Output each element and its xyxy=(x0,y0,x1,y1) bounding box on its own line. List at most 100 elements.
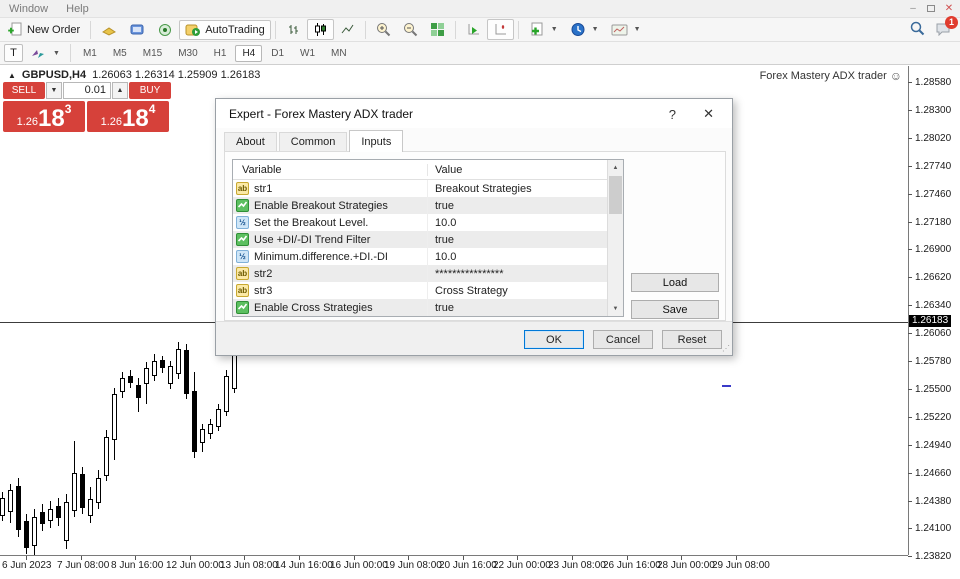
ok-button[interactable]: OK xyxy=(524,330,584,349)
dialog-title-bar[interactable]: Expert - Forex Mastery ADX trader xyxy=(216,99,732,128)
save-button[interactable]: Save xyxy=(631,300,719,319)
signals-button[interactable] xyxy=(151,20,179,40)
chevron-down-icon: ▼ xyxy=(53,50,60,57)
market-watch-button[interactable] xyxy=(95,20,123,40)
timeframe-button-h4[interactable]: H4 xyxy=(235,45,262,62)
notifications-button[interactable]: 1 xyxy=(935,21,952,36)
time-axis-tick xyxy=(463,556,464,560)
table-row[interactable]: ab str2 **************** xyxy=(233,265,623,282)
objects-button[interactable]: ▼ xyxy=(23,43,66,63)
minimize-button[interactable]: – xyxy=(904,1,922,15)
param-value-cell[interactable]: 10.0 xyxy=(428,251,456,263)
close-button[interactable]: ✕ xyxy=(940,1,958,15)
sell-button[interactable]: SELL xyxy=(3,82,45,99)
text-tool-button[interactable]: T xyxy=(4,44,23,62)
bar-chart-button[interactable] xyxy=(280,19,307,40)
metaeditor-button[interactable] xyxy=(123,20,151,40)
expert-name: Forex Mastery ADX trader xyxy=(760,70,887,82)
zoom-out-button[interactable] xyxy=(397,19,424,40)
volume-up-button[interactable]: ▲ xyxy=(112,82,128,99)
string-param-icon: ab xyxy=(236,284,249,297)
timeframe-button-h1[interactable]: H1 xyxy=(207,45,234,62)
candlestick xyxy=(120,378,125,392)
menu-item-help[interactable]: Help xyxy=(57,2,98,16)
table-row[interactable]: Use +DI/-DI Trend Filtertrue xyxy=(233,231,623,248)
candlestick xyxy=(72,473,77,511)
scroll-down-button[interactable]: ▼ xyxy=(608,301,623,316)
scroll-up-button[interactable]: ▲ xyxy=(608,160,623,175)
timeframe-button-m1[interactable]: M1 xyxy=(76,45,104,62)
volume-down-button[interactable]: ▼ xyxy=(46,82,62,99)
time-axis-tick xyxy=(517,556,518,560)
param-name: str2 xyxy=(254,268,272,280)
buy-price-display[interactable]: 1.26184 xyxy=(87,101,169,132)
timeframe-button-m5[interactable]: M5 xyxy=(106,45,134,62)
scrollbar-thumb[interactable] xyxy=(609,176,622,214)
candlestick-chart-icon xyxy=(313,22,328,37)
new-order-button[interactable]: New Order xyxy=(2,19,86,40)
number-param-icon: ½ xyxy=(236,250,249,263)
candlestick xyxy=(184,350,189,394)
param-value-cell[interactable]: **************** xyxy=(428,268,504,280)
dialog-help-button[interactable]: ? xyxy=(669,107,676,122)
collapse-arrow-icon[interactable]: ▲ xyxy=(8,71,16,80)
sell-price-display[interactable]: 1.26183 xyxy=(3,101,85,132)
zoom-in-button[interactable] xyxy=(370,19,397,40)
load-button[interactable]: Load xyxy=(631,273,719,292)
time-axis-tick xyxy=(135,556,136,560)
new-chart-button[interactable]: ▼ xyxy=(523,19,564,40)
table-row[interactable]: Enable Breakout Strategiestrue xyxy=(233,197,623,214)
table-row[interactable]: Enable Cross Strategiestrue xyxy=(233,299,623,316)
time-axis-label: 20 Jun 16:00 xyxy=(439,560,497,571)
dialog-close-button[interactable]: ✕ xyxy=(703,106,714,122)
candlestick xyxy=(8,490,13,512)
time-axis-tick xyxy=(681,556,682,560)
time-axis-tick xyxy=(299,556,300,560)
price-axis-label: 1.26900 xyxy=(915,244,951,255)
param-value-cell[interactable]: 10.0 xyxy=(428,217,456,229)
tab-inputs[interactable]: Inputs xyxy=(349,130,403,152)
table-row[interactable]: abstr3Cross Strategy xyxy=(233,282,623,299)
template-button[interactable]: ▼ xyxy=(605,20,647,40)
resize-grip[interactable]: ⋰ xyxy=(722,345,730,353)
cancel-button[interactable]: Cancel xyxy=(593,330,653,349)
autotrading-button[interactable]: AutoTrading xyxy=(179,20,271,40)
price-axis[interactable]: 1.26183 1.285801.283001.280201.277401.27… xyxy=(908,66,960,579)
volume-input[interactable]: 0.01 xyxy=(63,82,111,99)
time-axis[interactable]: 6 Jun 20237 Jun 08:008 Jun 16:0012 Jun 0… xyxy=(0,555,908,579)
timeframe-button-m15[interactable]: M15 xyxy=(136,45,169,62)
param-value-cell[interactable]: Breakout Strategies xyxy=(428,183,532,195)
reset-button[interactable]: Reset xyxy=(662,330,722,349)
line-chart-button[interactable] xyxy=(334,19,361,40)
timeframe-button-d1[interactable]: D1 xyxy=(264,45,291,62)
candlestick xyxy=(144,368,149,384)
auto-scroll-button[interactable] xyxy=(460,19,487,40)
param-value-cell[interactable]: true xyxy=(428,200,454,212)
candlestick-chart-button[interactable] xyxy=(307,19,334,40)
period-button[interactable]: ▼ xyxy=(564,19,605,40)
price-axis-label: 1.23820 xyxy=(915,551,951,562)
tile-windows-button[interactable] xyxy=(424,19,451,40)
candlestick xyxy=(56,506,61,518)
search-icon[interactable] xyxy=(909,20,925,36)
menu-item-window[interactable]: Window xyxy=(0,2,57,16)
table-scrollbar[interactable]: ▲ ▼ xyxy=(607,160,623,316)
price-axis-label: 1.27460 xyxy=(915,189,951,200)
param-value-cell[interactable]: true xyxy=(428,302,454,314)
timeframe-button-w1[interactable]: W1 xyxy=(293,45,322,62)
table-row[interactable]: ½Minimum.difference.+DI.-DI10.0 xyxy=(233,248,623,265)
timeframe-button-m30[interactable]: M30 xyxy=(171,45,204,62)
column-header-value[interactable]: Value xyxy=(428,164,462,176)
table-row[interactable]: ½Set the Breakout Level.10.0 xyxy=(233,214,623,231)
timeframe-button-mn[interactable]: MN xyxy=(324,45,354,62)
string-param-icon: ab xyxy=(236,267,249,280)
chart-shift-button[interactable] xyxy=(487,19,514,40)
table-row[interactable]: abstr1Breakout Strategies xyxy=(233,180,623,197)
buy-button[interactable]: BUY xyxy=(129,82,171,99)
column-header-variable[interactable]: Variable xyxy=(233,164,428,176)
restore-button[interactable] xyxy=(922,1,940,15)
param-value-cell[interactable]: true xyxy=(428,234,454,246)
param-value-cell[interactable]: Cross Strategy xyxy=(428,285,508,297)
expert-properties-dialog: Expert - Forex Mastery ADX trader ? ✕ Ab… xyxy=(215,98,733,356)
window-controls: – ✕ xyxy=(904,1,958,15)
